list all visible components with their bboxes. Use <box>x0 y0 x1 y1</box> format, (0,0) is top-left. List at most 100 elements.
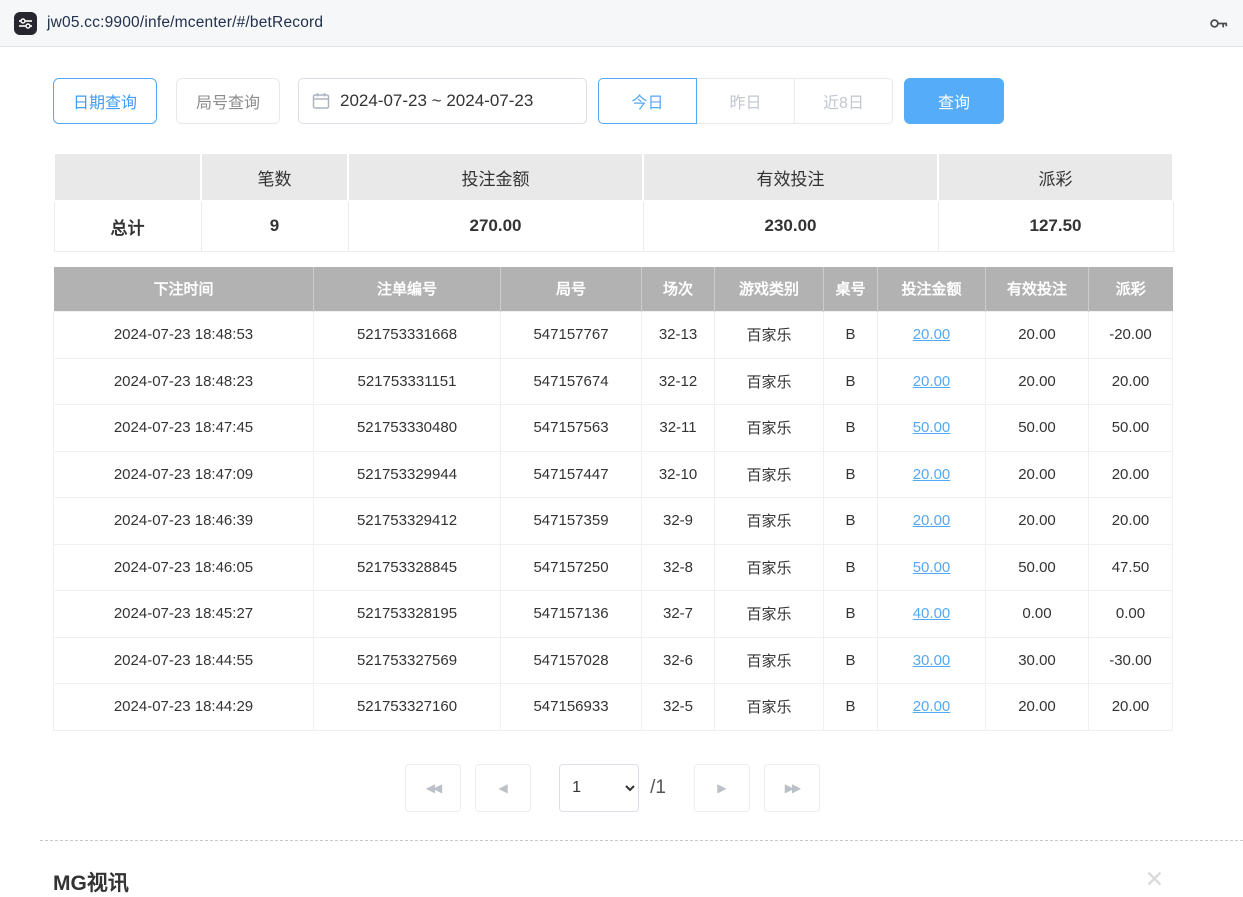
bet-time-cell: 2024-07-23 18:46:39 <box>54 498 314 545</box>
search-button[interactable]: 查询 <box>904 78 1004 124</box>
table-no-cell: B <box>824 544 878 591</box>
record-header-cell: 桌号 <box>824 267 878 312</box>
last-page-button[interactable]: ▶▶ <box>764 764 820 812</box>
table-row: 2024-07-23 18:48:53 521753331668 5471577… <box>54 312 1173 359</box>
date-range-picker[interactable]: 2024-07-23 ~ 2024-07-23 <box>298 78 587 124</box>
bet-amount-cell: 30.00 <box>878 637 986 684</box>
round-id-cell: 547156933 <box>501 684 642 731</box>
table-no-cell: B <box>824 591 878 638</box>
session-cell: 32-10 <box>642 451 715 498</box>
record-header-cell: 注单编号 <box>314 267 501 312</box>
round-id-cell: 547157447 <box>501 451 642 498</box>
round-id-cell: 547157136 <box>501 591 642 638</box>
session-cell: 32-13 <box>642 312 715 359</box>
summary-cell: 9 <box>201 201 348 251</box>
record-header-cell: 投注金额 <box>878 267 986 312</box>
next-page-button[interactable]: ▶ <box>694 764 750 812</box>
table-no-cell: B <box>824 637 878 684</box>
record-header-cell: 游戏类别 <box>715 267 824 312</box>
quick-yesterday-button[interactable]: 昨日 <box>696 78 795 124</box>
bet-amount-cell: 40.00 <box>878 591 986 638</box>
summary-header-row: 笔数投注金额有效投注派彩 <box>54 153 1173 201</box>
payout-cell: 20.00 <box>1089 684 1173 731</box>
summary-header-cell <box>54 153 201 201</box>
table-row: 2024-07-23 18:48:23 521753331151 5471576… <box>54 358 1173 405</box>
table-no-cell: B <box>824 498 878 545</box>
mg-video-section-header: MG视讯 ✕ <box>53 867 1172 897</box>
page-total: /1 <box>650 777 666 799</box>
quick-last8days-button[interactable]: 近8日 <box>794 78 893 124</box>
session-cell: 32-7 <box>642 591 715 638</box>
bet-time-cell: 2024-07-23 18:46:05 <box>54 544 314 591</box>
bet-amount-link[interactable]: 20.00 <box>913 373 951 390</box>
table-no-cell: B <box>824 451 878 498</box>
valid-bet-cell: 20.00 <box>986 684 1089 731</box>
round-id-cell: 547157250 <box>501 544 642 591</box>
calendar-icon <box>312 92 330 110</box>
bet-amount-cell: 20.00 <box>878 684 986 731</box>
session-cell: 32-9 <box>642 498 715 545</box>
payout-cell: 20.00 <box>1089 358 1173 405</box>
bet-amount-cell: 50.00 <box>878 405 986 452</box>
summary-table: 笔数投注金额有效投注派彩 总计9270.00230.00127.50 <box>53 152 1174 252</box>
bet-amount-link[interactable]: 20.00 <box>913 326 951 343</box>
valid-bet-cell: 20.00 <box>986 451 1089 498</box>
bet-amount-link[interactable]: 20.00 <box>913 466 951 483</box>
record-table-body: 2024-07-23 18:48:53 521753331668 5471577… <box>54 312 1173 731</box>
summary-header-cell: 笔数 <box>201 153 348 201</box>
session-cell: 32-6 <box>642 637 715 684</box>
date-query-button[interactable]: 日期查询 <box>53 78 157 124</box>
game-type-cell: 百家乐 <box>715 358 824 405</box>
summary-header-cell: 投注金额 <box>348 153 643 201</box>
payout-cell: 47.50 <box>1089 544 1173 591</box>
bet-amount-cell: 20.00 <box>878 312 986 359</box>
payout-cell: -30.00 <box>1089 637 1173 684</box>
bet-amount-link[interactable]: 50.00 <box>913 559 951 576</box>
collapse-icon[interactable]: ✕ <box>1145 867 1164 893</box>
game-type-cell: 百家乐 <box>715 312 824 359</box>
record-header-row: 下注时间注单编号局号场次游戏类别桌号投注金额有效投注派彩 <box>54 267 1173 312</box>
quick-today-button[interactable]: 今日 <box>598 78 697 124</box>
round-query-button[interactable]: 局号查询 <box>176 78 280 124</box>
bet-amount-link[interactable]: 20.00 <box>913 512 951 529</box>
session-cell: 32-12 <box>642 358 715 405</box>
payout-cell: 20.00 <box>1089 498 1173 545</box>
game-type-cell: 百家乐 <box>715 498 824 545</box>
bet-amount-link[interactable]: 30.00 <box>913 652 951 669</box>
table-row: 2024-07-23 18:44:55 521753327569 5471570… <box>54 637 1173 684</box>
table-row: 2024-07-23 18:47:45 521753330480 5471575… <box>54 405 1173 452</box>
payout-cell: 20.00 <box>1089 451 1173 498</box>
order-id-cell: 521753327160 <box>314 684 501 731</box>
round-id-cell: 547157563 <box>501 405 642 452</box>
order-id-cell: 521753329944 <box>314 451 501 498</box>
key-icon[interactable] <box>1208 13 1229 34</box>
round-id-cell: 547157359 <box>501 498 642 545</box>
bet-amount-link[interactable]: 50.00 <box>913 419 951 436</box>
browser-address-bar: jw05.cc:9900/infe/mcenter/#/betRecord <box>0 0 1243 47</box>
bet-record-table: 下注时间注单编号局号场次游戏类别桌号投注金额有效投注派彩 2024-07-23 … <box>53 267 1173 731</box>
order-id-cell: 521753331668 <box>314 312 501 359</box>
url-field[interactable]: jw05.cc:9900/infe/mcenter/#/betRecord <box>47 14 1198 32</box>
valid-bet-cell: 0.00 <box>986 591 1089 638</box>
page-select[interactable]: 1 <box>559 764 639 812</box>
table-no-cell: B <box>824 358 878 405</box>
prev-page-button[interactable]: ◀ <box>475 764 531 812</box>
bet-time-cell: 2024-07-23 18:45:27 <box>54 591 314 638</box>
bet-amount-link[interactable]: 20.00 <box>913 698 951 715</box>
game-type-cell: 百家乐 <box>715 451 824 498</box>
round-id-cell: 547157767 <box>501 312 642 359</box>
summary-header-cell: 有效投注 <box>643 153 938 201</box>
game-type-cell: 百家乐 <box>715 405 824 452</box>
section-divider <box>40 840 1243 841</box>
summary-cell: 230.00 <box>643 201 938 251</box>
record-header-cell: 派彩 <box>1089 267 1173 312</box>
bet-amount-cell: 20.00 <box>878 358 986 405</box>
valid-bet-cell: 20.00 <box>986 358 1089 405</box>
bet-amount-link[interactable]: 40.00 <box>913 605 951 622</box>
first-page-button[interactable]: ◀◀ <box>405 764 461 812</box>
date-range-value: 2024-07-23 ~ 2024-07-23 <box>340 91 533 111</box>
valid-bet-cell: 30.00 <box>986 637 1089 684</box>
bet-time-cell: 2024-07-23 18:47:45 <box>54 405 314 452</box>
browser-extension-icon[interactable] <box>14 12 37 35</box>
bet-amount-cell: 50.00 <box>878 544 986 591</box>
